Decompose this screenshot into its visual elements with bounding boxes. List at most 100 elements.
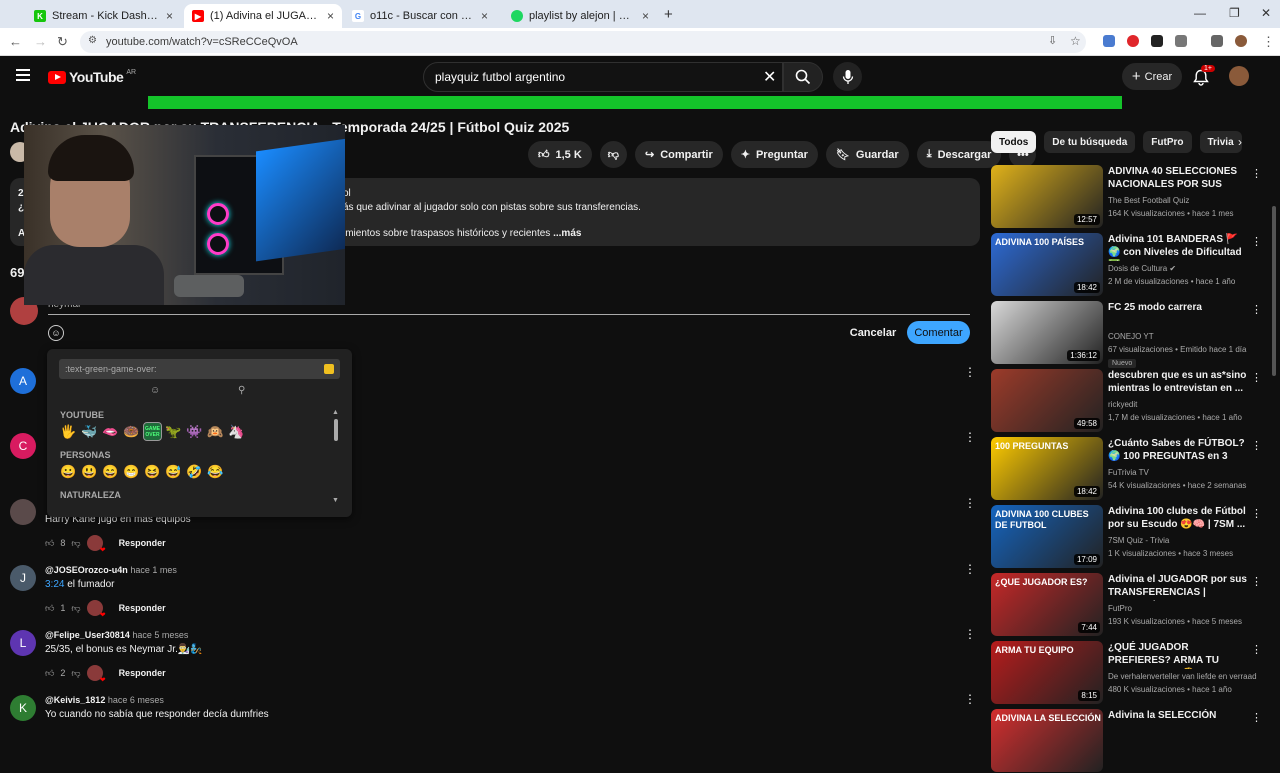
commenter-avatar[interactable]: K	[10, 695, 36, 721]
recommendation-channel[interactable]: FuTrivia TV	[1108, 468, 1149, 477]
people-emoji[interactable]: 😂	[207, 463, 224, 480]
people-emoji[interactable]: 😄	[102, 463, 119, 480]
recommendation-item[interactable]: 1:36:12 FC 25 modo carrera CONEJO YT 67 vis…	[991, 301, 1261, 368]
comment-menu-icon[interactable]: ⋮	[964, 562, 976, 576]
youtube-logo[interactable]: YouTube AR	[48, 69, 136, 85]
scroll-up-icon[interactable]: ▲	[332, 409, 339, 416]
commenter-avatar[interactable]: L	[10, 630, 36, 656]
emoji-search-input[interactable]: :text-green-game-over:	[59, 359, 340, 379]
people-emoji[interactable]: 🤣	[186, 463, 203, 480]
chip-0[interactable]: Todos	[991, 131, 1037, 153]
video-thumbnail[interactable]: ¿QUE JUGADOR ES? 7:44	[991, 573, 1103, 636]
video-thumbnail[interactable]: 49:58	[991, 369, 1103, 432]
recommendation-title[interactable]: Adivina la SELECCIÓN	[1108, 709, 1248, 722]
recommendation-menu-icon[interactable]: ⋮	[1251, 371, 1262, 384]
recommendation-channel[interactable]: 7SM Quiz - Trivia	[1108, 536, 1169, 545]
forward-icon[interactable]: →	[34, 34, 47, 49]
recommendation-menu-icon[interactable]: ⋮	[1251, 167, 1262, 180]
recommendation-title[interactable]: Adivina el JUGADOR por sus TRANSFERENCIA…	[1108, 573, 1248, 601]
recommendation-channel[interactable]: Dosis de Cultura ✔	[1108, 264, 1176, 273]
people-emoji[interactable]: 😀	[60, 463, 77, 480]
recommendation-menu-icon[interactable]: ⋮	[1251, 643, 1262, 656]
comment-menu-icon[interactable]: ⋮	[964, 496, 976, 510]
comment-menu-icon[interactable]: ⋮	[964, 692, 976, 706]
people-emoji[interactable]: 😆	[144, 463, 161, 480]
recommendation-title[interactable]: Adivina 100 clubes de Fútbol por su Escu…	[1108, 505, 1248, 531]
ask-button[interactable]: ✦ Preguntar	[730, 141, 818, 168]
video-thumbnail[interactable]: ARMA TU EQUIPO 8:15	[991, 641, 1103, 704]
comment-username[interactable]: @Felipe_User30814	[45, 630, 130, 640]
emoji-scrollbar[interactable]	[334, 419, 338, 441]
comment-time[interactable]: hace 6 meses	[108, 695, 164, 705]
cancel-button[interactable]: Cancelar	[847, 321, 899, 344]
comment-menu-icon[interactable]: ⋮	[964, 365, 976, 379]
create-button[interactable]: + Crear	[1122, 63, 1182, 90]
account-avatar[interactable]	[1229, 66, 1249, 86]
video-thumbnail[interactable]: 12:57	[991, 165, 1103, 228]
close-icon[interactable]: ×	[327, 9, 334, 23]
recommendation-item[interactable]: ¿QUE JUGADOR ES? 7:44 Adivina el JUGADOR p…	[991, 573, 1261, 637]
recommendation-item[interactable]: ARMA TU EQUIPO 8:15 ¿QUÉ JUGADOR PREFIERES…	[991, 641, 1261, 705]
scroll-down-icon[interactable]: ▼	[332, 497, 339, 504]
like-button[interactable]: 👍︎ 1,5 K	[528, 141, 592, 168]
video-player-bottom-strip[interactable]	[148, 96, 1122, 109]
timestamp-link[interactable]: 3:24	[45, 579, 64, 590]
maximize-button[interactable]: ❐	[1229, 6, 1240, 20]
share-button[interactable]: ↪ Compartir	[634, 141, 723, 168]
close-icon[interactable]: ×	[166, 9, 173, 23]
youtube-emoji[interactable]: 🫦	[102, 423, 119, 440]
recommendation-item[interactable]: ADIVINA 100 PAÍSES 18:42 Adivina 101 BANDE…	[991, 233, 1261, 297]
search-button[interactable]	[783, 62, 823, 92]
voice-search-button[interactable]	[833, 62, 862, 91]
recommendation-item[interactable]: 100 PREGUNTAS 18:42 ¿Cuánto Sabes de FÚTBO…	[991, 437, 1261, 501]
chip-3[interactable]: Trivia	[1199, 131, 1242, 153]
show-more-link[interactable]: ...más	[553, 228, 581, 239]
youtube-emoji[interactable]: 🍩	[123, 423, 140, 440]
people-emoji[interactable]: 😅	[165, 463, 182, 480]
recommendation-channel[interactable]: De verhalenverteller van liefde en verra…	[1108, 672, 1257, 681]
comment-menu-icon[interactable]: ⋮	[964, 627, 976, 641]
thumbs-down-icon[interactable]: 👎︎	[71, 668, 80, 679]
tab-spotify[interactable]: ● playlist by alejon | Spotify ×	[503, 4, 657, 28]
puzzle-extensions-icon[interactable]	[1175, 35, 1187, 47]
recommendation-menu-icon[interactable]: ⋮	[1251, 575, 1262, 588]
clear-search-icon[interactable]: ✕	[763, 67, 776, 87]
profile-avatar[interactable]	[1235, 35, 1247, 47]
search-input[interactable]: playquiz futbol argentino	[423, 62, 783, 92]
video-thumbnail[interactable]: 1:36:12	[991, 301, 1103, 364]
video-thumbnail[interactable]: 100 PREGUNTAS 18:42	[991, 437, 1103, 500]
opera-extension-icon[interactable]	[1127, 35, 1139, 47]
recommendation-title[interactable]: FC 25 modo carrera	[1108, 301, 1248, 314]
address-bar[interactable]: youtube.com/watch?v=cSReCCeQvOA	[80, 31, 1086, 53]
thumbs-up-icon[interactable]: 👍︎	[45, 668, 54, 679]
save-button[interactable]: 🔖︎ Guardar	[825, 141, 909, 168]
recommendation-title[interactable]: descubren que es un as*sino mientras lo …	[1108, 369, 1248, 395]
media-controls-icon[interactable]	[1211, 35, 1223, 47]
smiley-category-icon[interactable]: ☺	[150, 385, 160, 396]
tab-kick[interactable]: K Stream - Kick Dashboard ×	[26, 4, 181, 28]
thumbs-down-icon[interactable]: 👎︎	[71, 538, 80, 549]
recommendation-menu-icon[interactable]: ⋮	[1251, 711, 1262, 724]
window-close-button[interactable]: ✕	[1261, 6, 1271, 20]
tab-google[interactable]: G o11c - Buscar con Google ×	[344, 4, 496, 28]
youtube-emoji[interactable]: 🖐	[60, 423, 77, 440]
youtube-emoji[interactable]: 🐳	[81, 423, 98, 440]
browser-menu-icon[interactable]: ⋮	[1262, 34, 1275, 50]
recommendation-menu-icon[interactable]: ⋮	[1251, 507, 1262, 520]
commenter-avatar[interactable]: C	[10, 433, 36, 459]
recommendation-item[interactable]: 12:57 ADIVINA 40 SELECCIONES NACIONALES P…	[991, 165, 1261, 229]
video-thumbnail[interactable]: ADIVINA 100 CLUBES DE FUTBOL 17:09	[991, 505, 1103, 568]
youtube-emoji[interactable]: 👾	[186, 423, 203, 440]
recommendation-item[interactable]: 49:58 descubren que es un as*sino mientra…	[991, 369, 1261, 433]
comment-username[interactable]: @Keivis_1812	[45, 695, 105, 705]
install-icon[interactable]: ⇩	[1048, 34, 1057, 47]
recommendation-channel[interactable]: rickyedit	[1108, 400, 1137, 409]
site-info-icon[interactable]: ⚙	[88, 35, 97, 46]
tab-youtube[interactable]: ▶ (1) Adivina el JUGADOR por su ×	[184, 4, 342, 28]
youtube-emoji[interactable]: 🙉	[207, 423, 224, 440]
recommendation-menu-icon[interactable]: ⋮	[1251, 235, 1262, 248]
extension-icon[interactable]	[1151, 35, 1163, 47]
thumbs-up-icon[interactable]: 👍︎	[45, 538, 54, 549]
close-icon[interactable]: ×	[481, 9, 488, 23]
reply-button[interactable]: Responder	[119, 668, 166, 678]
